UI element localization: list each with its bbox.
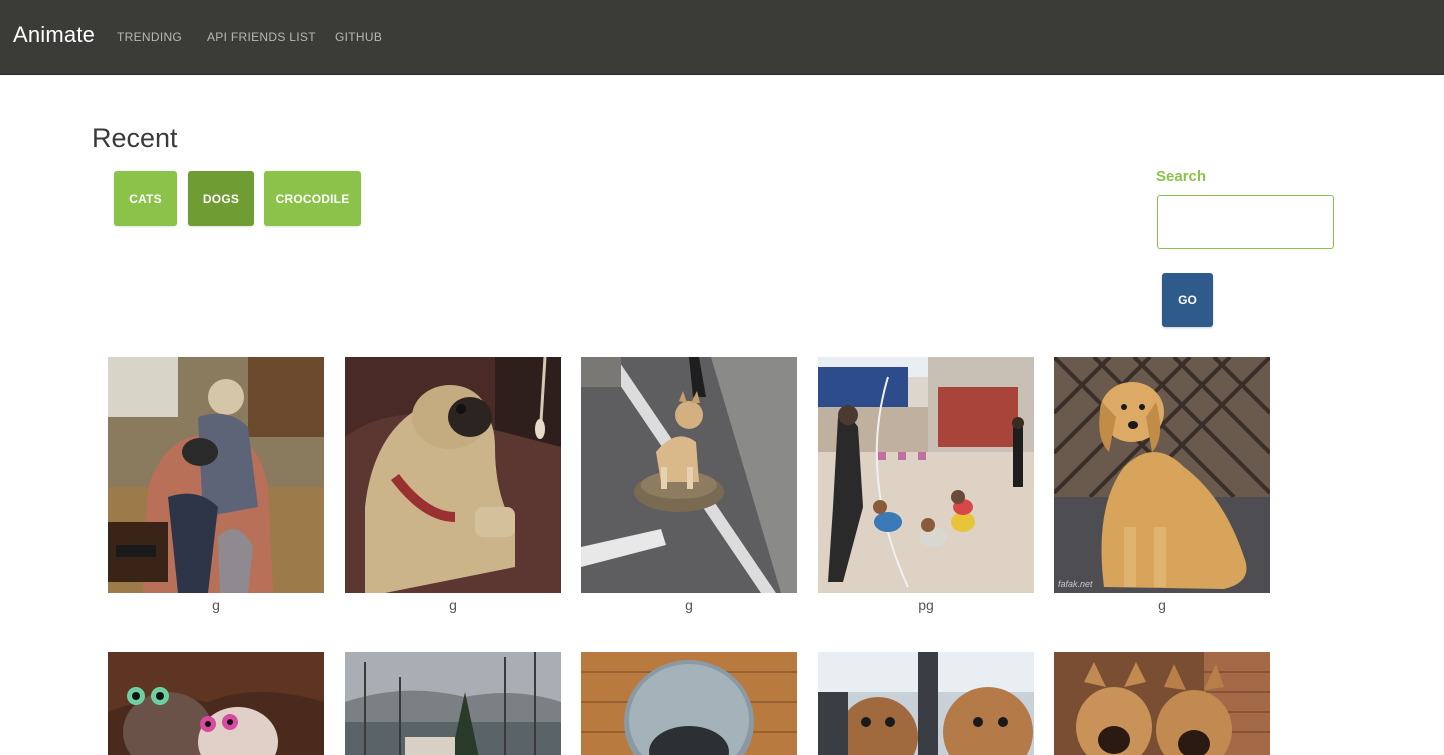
gif-caption: g	[212, 597, 220, 613]
gif-image-dogs-jump-rope[interactable]	[818, 357, 1034, 593]
gif-image-dog-in-pod[interactable]	[581, 652, 797, 755]
watermark-text: fafak.net	[1058, 579, 1093, 589]
category-button-cats[interactable]: CATS	[114, 171, 177, 226]
nav-link-trending[interactable]: TRENDING	[117, 30, 182, 44]
gif-caption: g	[1158, 597, 1166, 613]
gif-image-shepherd-dogs[interactable]	[1054, 652, 1270, 755]
gif-image-golden-retriever[interactable]: fafak.net	[1054, 357, 1270, 593]
brand-logo[interactable]: Animate	[13, 22, 95, 48]
category-button-dogs[interactable]: DOGS	[188, 171, 254, 226]
gif-card[interactable]: g	[108, 357, 324, 615]
nav-link-github[interactable]: GITHUB	[335, 30, 382, 44]
gif-card[interactable]: pg	[818, 357, 1034, 615]
gif-caption: g	[449, 597, 457, 613]
go-button[interactable]: GO	[1162, 273, 1213, 327]
gif-image-pug[interactable]	[345, 357, 561, 593]
search-input[interactable]	[1157, 195, 1334, 249]
top-navbar: Animate TRENDING API FRIENDS LIST GITHUB	[0, 0, 1444, 75]
search-label: Search	[1156, 168, 1207, 185]
gif-caption: g	[685, 597, 693, 613]
gif-card[interactable]: fafak.net g	[1054, 357, 1270, 615]
page-title: Recent	[92, 123, 178, 153]
gif-image-shiba-on-tortoise[interactable]	[581, 357, 797, 593]
category-button-crocodile[interactable]: CROCODILE	[264, 171, 361, 226]
gif-image-woman-with-dog[interactable]	[108, 357, 324, 593]
gif-card[interactable]	[345, 652, 561, 755]
gif-image-dogs-googly-glasses[interactable]	[108, 652, 324, 755]
gif-caption: pg	[918, 597, 934, 613]
nav-link-api-friends-list[interactable]: API FRIENDS LIST	[207, 30, 316, 44]
gif-card[interactable]	[1054, 652, 1270, 755]
gif-card[interactable]	[581, 652, 797, 755]
gif-card[interactable]	[818, 652, 1034, 755]
gif-image-dogs-in-car[interactable]	[818, 652, 1034, 755]
gif-card[interactable]: g	[345, 357, 561, 615]
gif-card[interactable]: g	[581, 357, 797, 615]
gif-card[interactable]	[108, 652, 324, 755]
gif-image-winter-trees[interactable]	[345, 652, 561, 755]
